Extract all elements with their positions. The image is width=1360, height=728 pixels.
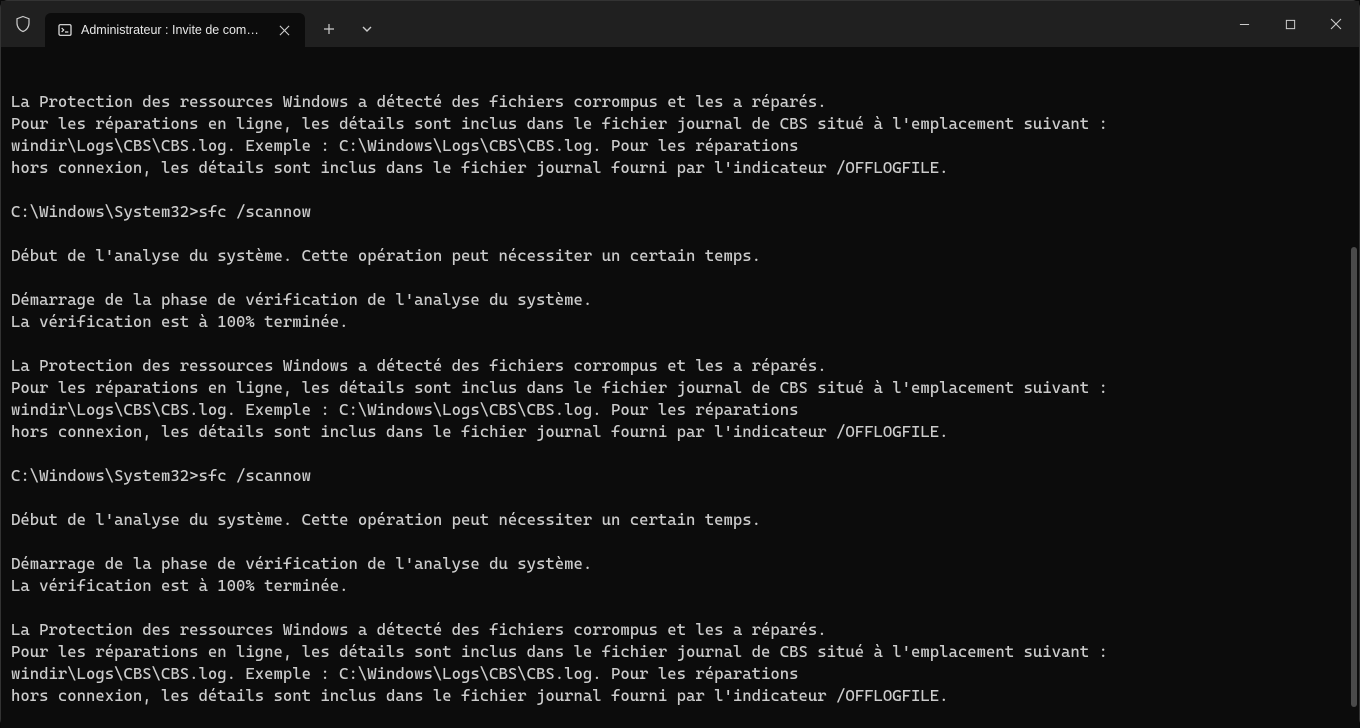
terminal-line: C:\Windows\System32>sfc /scannow <box>11 465 1349 487</box>
terminal-line: hors connexion, les détails sont inclus … <box>11 685 1349 707</box>
terminal-line: Démarrage de la phase de vérification de… <box>11 553 1349 575</box>
minimize-button[interactable] <box>1221 1 1267 47</box>
close-window-button[interactable] <box>1313 1 1359 47</box>
terminal-line: Pour les réparations en ligne, les détai… <box>11 641 1349 663</box>
tab-title: Administrateur : Invite de commandes <box>81 23 265 37</box>
terminal-line <box>11 443 1349 465</box>
terminal-line: La Protection des ressources Windows a d… <box>11 619 1349 641</box>
tab-dropdown-button[interactable] <box>349 12 385 46</box>
terminal-line: La Protection des ressources Windows a d… <box>11 91 1349 113</box>
terminal-line: windir\Logs\CBS\CBS.log. Exemple : C:\Wi… <box>11 663 1349 685</box>
terminal-line <box>11 531 1349 553</box>
maximize-button[interactable] <box>1267 1 1313 47</box>
terminal-line: La vérification est à 100% terminée. <box>11 311 1349 333</box>
terminal-line <box>11 267 1349 289</box>
terminal-line <box>11 223 1349 245</box>
terminal-line: hors connexion, les détails sont inclus … <box>11 157 1349 179</box>
terminal-line: Début de l'analyse du système. Cette opé… <box>11 245 1349 267</box>
terminal-line <box>11 179 1349 201</box>
terminal-line: windir\Logs\CBS\CBS.log. Exemple : C:\Wi… <box>11 399 1349 421</box>
terminal-line: La Protection des ressources Windows a d… <box>11 355 1349 377</box>
terminal-output[interactable]: La Protection des ressources Windows a d… <box>1 47 1359 728</box>
scrollbar-thumb[interactable] <box>1351 247 1357 707</box>
tab-cmd[interactable]: Administrateur : Invite de commandes <box>45 13 305 47</box>
terminal-line: windir\Logs\CBS\CBS.log. Exemple : C:\Wi… <box>11 135 1349 157</box>
new-tab-button[interactable] <box>311 12 347 46</box>
terminal-icon <box>57 22 73 38</box>
terminal-line: La vérification est à 100% terminée. <box>11 575 1349 597</box>
terminal-line <box>11 707 1349 728</box>
titlebar: Administrateur : Invite de commandes <box>1 1 1359 47</box>
terminal-line <box>11 333 1349 355</box>
terminal-line: Démarrage de la phase de vérification de… <box>11 289 1349 311</box>
terminal-line: Début de l'analyse du système. Cette opé… <box>11 509 1349 531</box>
terminal-line: C:\Windows\System32>sfc /scannow <box>11 201 1349 223</box>
tab-close-button[interactable] <box>273 19 295 41</box>
terminal-line <box>11 487 1349 509</box>
shield-icon <box>1 1 45 47</box>
terminal-line: Pour les réparations en ligne, les détai… <box>11 113 1349 135</box>
terminal-line <box>11 597 1349 619</box>
terminal-line: Pour les réparations en ligne, les détai… <box>11 377 1349 399</box>
terminal-line: hors connexion, les détails sont inclus … <box>11 421 1349 443</box>
